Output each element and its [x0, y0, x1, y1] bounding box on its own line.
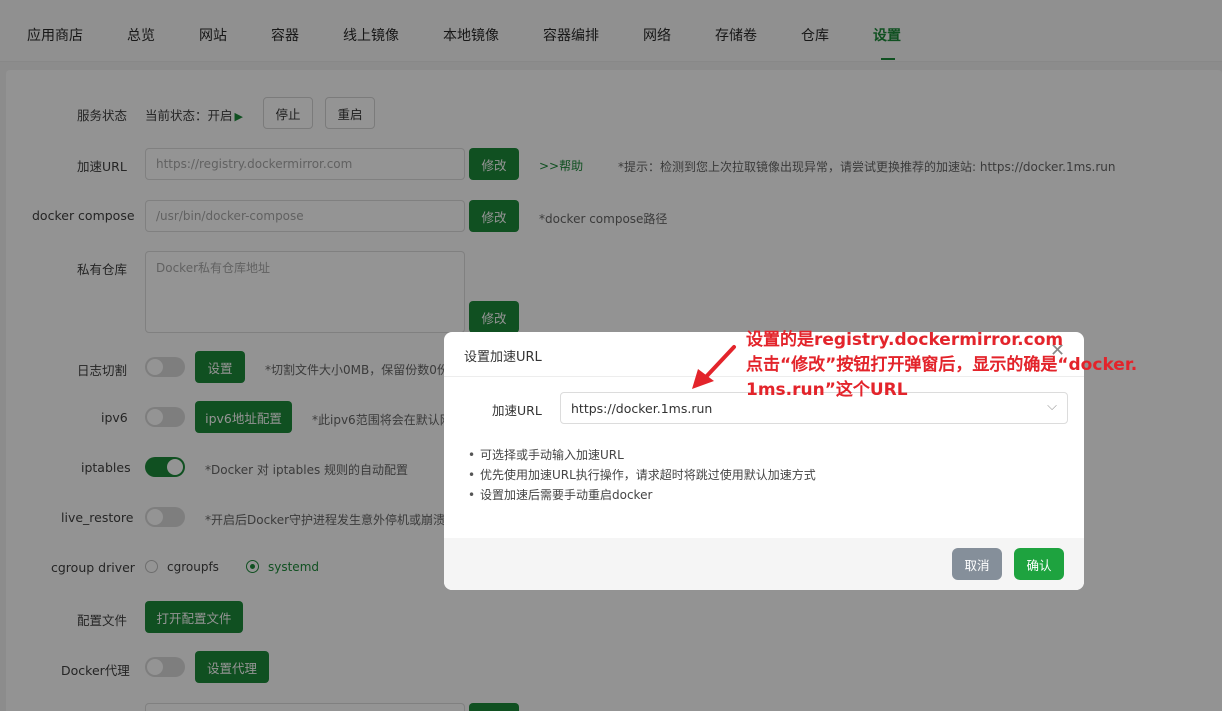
cancel-button[interactable]: 取消: [952, 548, 1002, 580]
dialog-title: 设置加速URL: [464, 350, 542, 365]
dialog-footer: 取消 确认: [444, 538, 1084, 590]
list-item: 可选择或手动输入加速URL: [468, 445, 816, 465]
annotation-line-2: 点击“修改”按钮打开弹窗后，显示的确是“docker.: [746, 355, 1138, 375]
dialog-tips-list: 可选择或手动输入加速URL 优先使用加速URL执行操作，请求超时将跳过使用默认加…: [468, 445, 816, 505]
confirm-button[interactable]: 确认: [1014, 548, 1064, 580]
red-annotation: 设置的是registry.dockermirror.com 点击“修改”按钮打开…: [746, 328, 1137, 403]
dialog-field-label: 加速URL: [492, 403, 542, 418]
accel-url-select-value: https://docker.1ms.run: [571, 401, 713, 416]
list-item: 优先使用加速URL执行操作，请求超时将跳过使用默认加速方式: [468, 465, 816, 485]
annotation-arrow-icon: [692, 345, 736, 389]
annotation-line-3: 1ms.run”这个URL: [746, 380, 908, 400]
list-item: 设置加速后需要手动重启docker: [468, 485, 816, 505]
annotation-line-1: 设置的是registry.dockermirror.com: [746, 330, 1064, 350]
